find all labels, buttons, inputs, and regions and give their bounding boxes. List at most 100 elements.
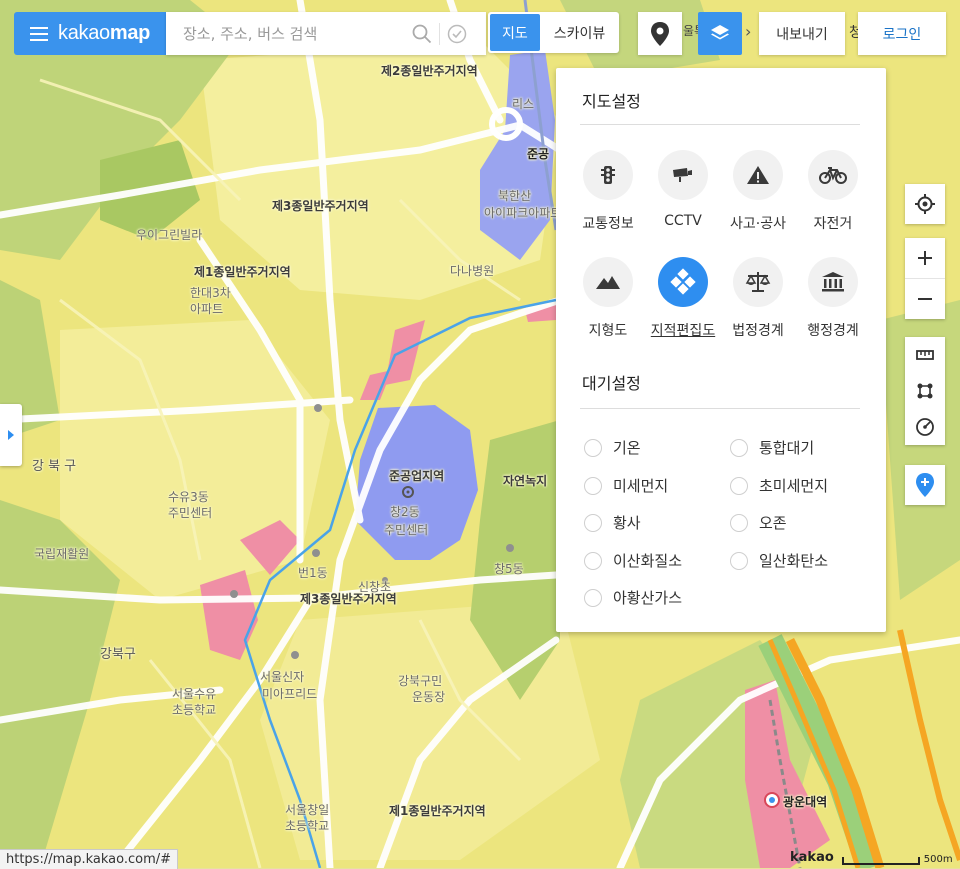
option-admin-boundary[interactable]: 행정경계 — [793, 257, 873, 340]
poi-label: 북한산 — [498, 189, 532, 203]
panel-divider — [580, 408, 860, 409]
air-option-pm25[interactable]: 초미세먼지 — [730, 475, 828, 496]
zoom-out-button[interactable] — [905, 278, 945, 319]
radio-button[interactable] — [584, 476, 602, 495]
poi-label: 초등학교 — [172, 703, 217, 717]
district-label: 강북구 — [100, 647, 136, 662]
add-location-pin-icon — [916, 473, 934, 497]
radio-button[interactable] — [730, 438, 748, 457]
option-label: CCTV — [664, 213, 702, 229]
air-option-label: 기온 — [613, 439, 641, 457]
radio-button[interactable] — [584, 513, 602, 532]
option-terrain[interactable]: 지형도 — [568, 257, 648, 340]
login-button[interactable]: 로그인 — [858, 12, 946, 55]
option-legal-boundary[interactable]: 법정경계 — [718, 257, 798, 340]
air-option-label: 미세먼지 — [613, 477, 669, 495]
scale-label: 500m — [923, 854, 953, 865]
poi-label: 서울신자 — [260, 670, 305, 684]
poi-label: 강북구민 — [398, 674, 443, 688]
zone-label: 제1종일반주거지역 — [389, 804, 486, 818]
option-cadastral[interactable]: 지적편집도 — [643, 257, 723, 340]
air-option-yellow-dust[interactable]: 황사 — [584, 512, 641, 533]
poi-label: 리스 — [512, 97, 535, 111]
skyview-button[interactable]: 스카이뷰 — [542, 14, 618, 51]
panel-divider — [580, 124, 860, 125]
poi-label: 서울창일 — [285, 803, 330, 817]
search-icon[interactable] — [405, 12, 439, 55]
brand-logo[interactable]: kakaomap — [14, 12, 166, 55]
air-option-pm10[interactable]: 미세먼지 — [584, 475, 668, 496]
radio-button[interactable] — [730, 551, 748, 570]
layers-button[interactable] — [698, 12, 742, 55]
layers-icon — [711, 24, 729, 39]
air-option-so2[interactable]: 아황산가스 — [584, 587, 682, 608]
option-cctv[interactable]: CCTV — [643, 150, 723, 229]
air-option-co[interactable]: 일산화탄소 — [730, 550, 828, 571]
triangle-right-icon — [8, 430, 14, 440]
status-url: https://map.kakao.com/# — [0, 849, 179, 869]
air-option-label: 오존 — [759, 514, 787, 532]
zoom-control — [905, 238, 945, 319]
poi-label: 준공 — [527, 147, 550, 161]
option-label: 사고·공사 — [730, 216, 786, 232]
air-option-label: 아황산가스 — [613, 589, 683, 607]
poi-label: 초등학교 — [285, 819, 330, 833]
option-accident[interactable]: 사고·공사 — [718, 150, 798, 233]
station-label[interactable]: 광운대역 — [783, 793, 827, 810]
air-option-no2[interactable]: 이산화질소 — [584, 550, 682, 571]
radio-button[interactable] — [730, 513, 748, 532]
area-button[interactable] — [905, 373, 945, 409]
traffic-light-icon — [583, 150, 633, 200]
option-label: 자전거 — [813, 216, 853, 232]
map-settings-panel: 지도설정 교통정보 CCTV 사고·공사 자전거 지형도 지적편집도 법정경계 … — [556, 68, 886, 632]
air-settings-title: 대기설정 — [582, 374, 641, 393]
ruler-icon — [916, 350, 934, 360]
brand-text: kakaomap — [58, 22, 151, 44]
my-location-button[interactable] — [905, 184, 945, 224]
poi-label: 미아프리드 — [262, 687, 318, 701]
chevron-right-icon[interactable]: › — [745, 22, 751, 41]
air-option-temperature[interactable]: 기온 — [584, 437, 641, 458]
cadastral-icon — [658, 257, 708, 307]
scales-icon — [733, 257, 783, 307]
air-option-cai[interactable]: 통합대기 — [730, 437, 814, 458]
dong-label: 창2동 — [390, 505, 420, 519]
hamburger-menu-icon[interactable] — [30, 26, 48, 41]
poi-label: 아파트 — [190, 302, 224, 316]
export-button[interactable]: 내보내기 — [759, 12, 845, 55]
air-option-ozone[interactable]: 오존 — [730, 512, 787, 533]
option-bicycle[interactable]: 자전거 — [793, 150, 873, 233]
radio-button[interactable] — [730, 476, 748, 495]
air-option-label: 일산화탄소 — [759, 552, 829, 570]
mountain-icon — [583, 257, 633, 307]
poi-label: 서울수유 — [172, 687, 217, 701]
radio-button[interactable] — [584, 438, 602, 457]
roadview-pin-icon — [651, 21, 669, 46]
sidebar-toggle[interactable] — [0, 404, 22, 466]
roadview-button[interactable] — [638, 12, 682, 55]
my-location-control — [905, 184, 945, 224]
poi-label: 수유3동 — [168, 490, 209, 504]
radio-button[interactable] — [584, 551, 602, 570]
poi-label: 한대3차 — [190, 286, 231, 300]
option-label: 지형도 — [588, 323, 628, 339]
radio-button[interactable] — [584, 588, 602, 607]
map-type-toggle: 지도 스카이뷰 — [488, 12, 620, 53]
radius-button[interactable] — [905, 409, 945, 445]
air-option-label: 통합대기 — [759, 439, 815, 457]
poi-label: 다나병원 — [450, 264, 495, 278]
zoom-in-button[interactable] — [905, 238, 945, 278]
option-label: 교통정보 — [582, 216, 634, 232]
scale-bar-line — [841, 857, 920, 865]
check-circle-icon[interactable] — [440, 12, 474, 55]
search-input[interactable] — [181, 23, 405, 44]
add-place-button[interactable] — [905, 465, 945, 505]
ruler-button[interactable] — [905, 337, 945, 373]
option-label: 지적편집도 — [650, 323, 716, 339]
map-settings-title: 지도설정 — [582, 92, 641, 111]
poi-label: 창5동 — [494, 562, 524, 576]
poi-label: 주민센터 — [168, 506, 213, 520]
option-traffic[interactable]: 교통정보 — [568, 150, 648, 233]
area-icon — [917, 383, 933, 399]
map-view-button[interactable]: 지도 — [490, 14, 540, 51]
